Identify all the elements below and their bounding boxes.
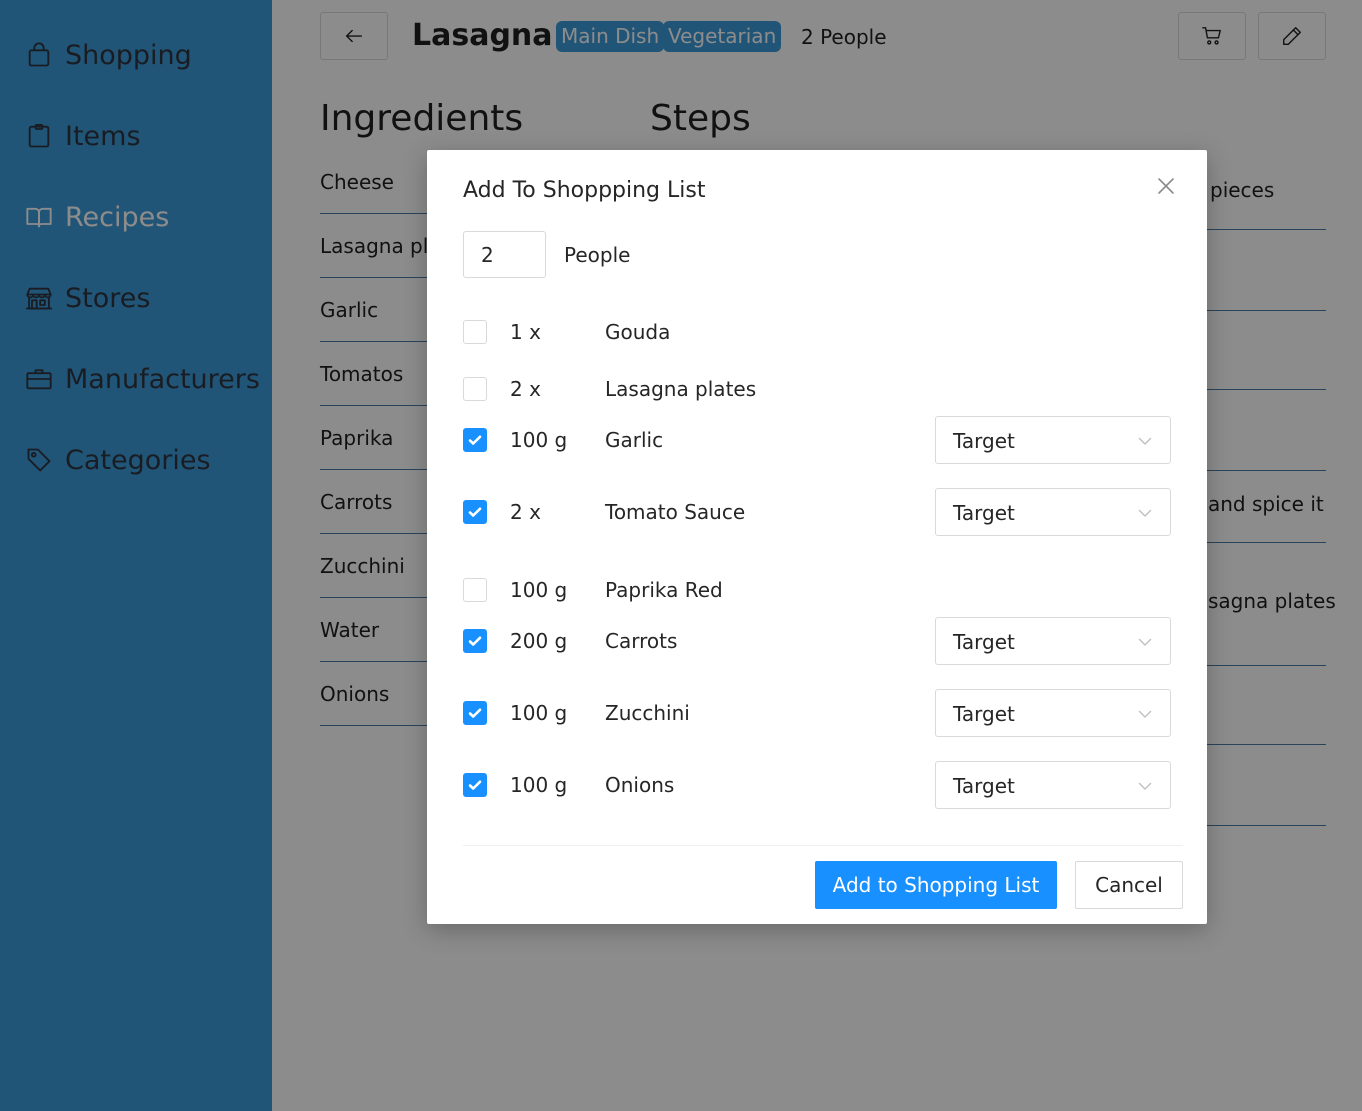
people-input[interactable] (463, 231, 546, 278)
dialog-title: Add To Shoppping List (463, 178, 706, 203)
checkmark-icon (468, 435, 482, 445)
item-checkbox[interactable] (463, 701, 487, 725)
checkmark-icon (468, 636, 482, 646)
item-name: Gouda (605, 320, 671, 344)
item-checkbox[interactable] (463, 500, 487, 524)
cancel-button[interactable]: Cancel (1075, 861, 1183, 909)
shopping-item-row: 100 g Onions Target (463, 761, 1171, 809)
item-name: Onions (605, 773, 675, 797)
item-name: Tomato Sauce (605, 500, 746, 524)
checkmark-icon (468, 507, 482, 517)
chevron-down-icon (1138, 706, 1152, 720)
item-checkbox[interactable] (463, 773, 487, 797)
store-select[interactable]: Target (935, 488, 1171, 536)
chevron-down-icon (1138, 433, 1152, 447)
store-select-value: Target (953, 630, 1015, 654)
shopping-item-row: 100 g Garlic Target (463, 416, 1171, 464)
shopping-item-row: 1 x Gouda (463, 308, 1171, 356)
footer-divider (463, 845, 1183, 846)
store-select[interactable]: Target (935, 761, 1171, 809)
checkmark-icon (468, 708, 482, 718)
item-quantity: 1 x (510, 320, 541, 344)
item-name: Paprika Red (605, 578, 723, 602)
chevron-down-icon (1138, 634, 1152, 648)
close-button[interactable] (1154, 174, 1178, 198)
item-name: Zucchini (605, 701, 690, 725)
store-select[interactable]: Target (935, 617, 1171, 665)
shopping-item-row: 2 x Tomato Sauce Target (463, 488, 1171, 536)
store-select-value: Target (953, 429, 1015, 453)
shopping-item-row: 100 g Zucchini Target (463, 689, 1171, 737)
add-to-shopping-list-button[interactable]: Add to Shopping List (815, 861, 1057, 909)
checkmark-icon (468, 780, 482, 790)
chevron-down-icon (1138, 778, 1152, 792)
close-icon (1158, 178, 1174, 194)
shopping-item-row: 2 x Lasagna plates (463, 365, 1171, 413)
item-quantity: 200 g (510, 629, 568, 653)
item-name: Garlic (605, 428, 664, 452)
item-quantity: 2 x (510, 377, 541, 401)
item-quantity: 2 x (510, 500, 541, 524)
item-checkbox[interactable] (463, 629, 487, 653)
store-select[interactable]: Target (935, 416, 1171, 464)
item-checkbox[interactable] (463, 428, 487, 452)
chevron-down-icon (1138, 505, 1152, 519)
item-checkbox[interactable] (463, 377, 487, 401)
item-checkbox[interactable] (463, 578, 487, 602)
shopping-item-row: 200 g Carrots Target (463, 617, 1171, 665)
item-name: Carrots (605, 629, 678, 653)
store-select-value: Target (953, 501, 1015, 525)
item-checkbox[interactable] (463, 320, 487, 344)
item-quantity: 100 g (510, 428, 568, 452)
shopping-item-row: 100 g Paprika Red (463, 566, 1171, 614)
item-name: Lasagna plates (605, 377, 757, 401)
store-select-value: Target (953, 702, 1015, 726)
item-quantity: 100 g (510, 578, 568, 602)
store-select[interactable]: Target (935, 689, 1171, 737)
people-label: People (564, 243, 631, 267)
item-quantity: 100 g (510, 773, 568, 797)
add-to-shopping-list-dialog: Add To Shoppping List People 1 x Gouda 2 x… (427, 150, 1207, 924)
item-quantity: 100 g (510, 701, 568, 725)
store-select-value: Target (953, 774, 1015, 798)
